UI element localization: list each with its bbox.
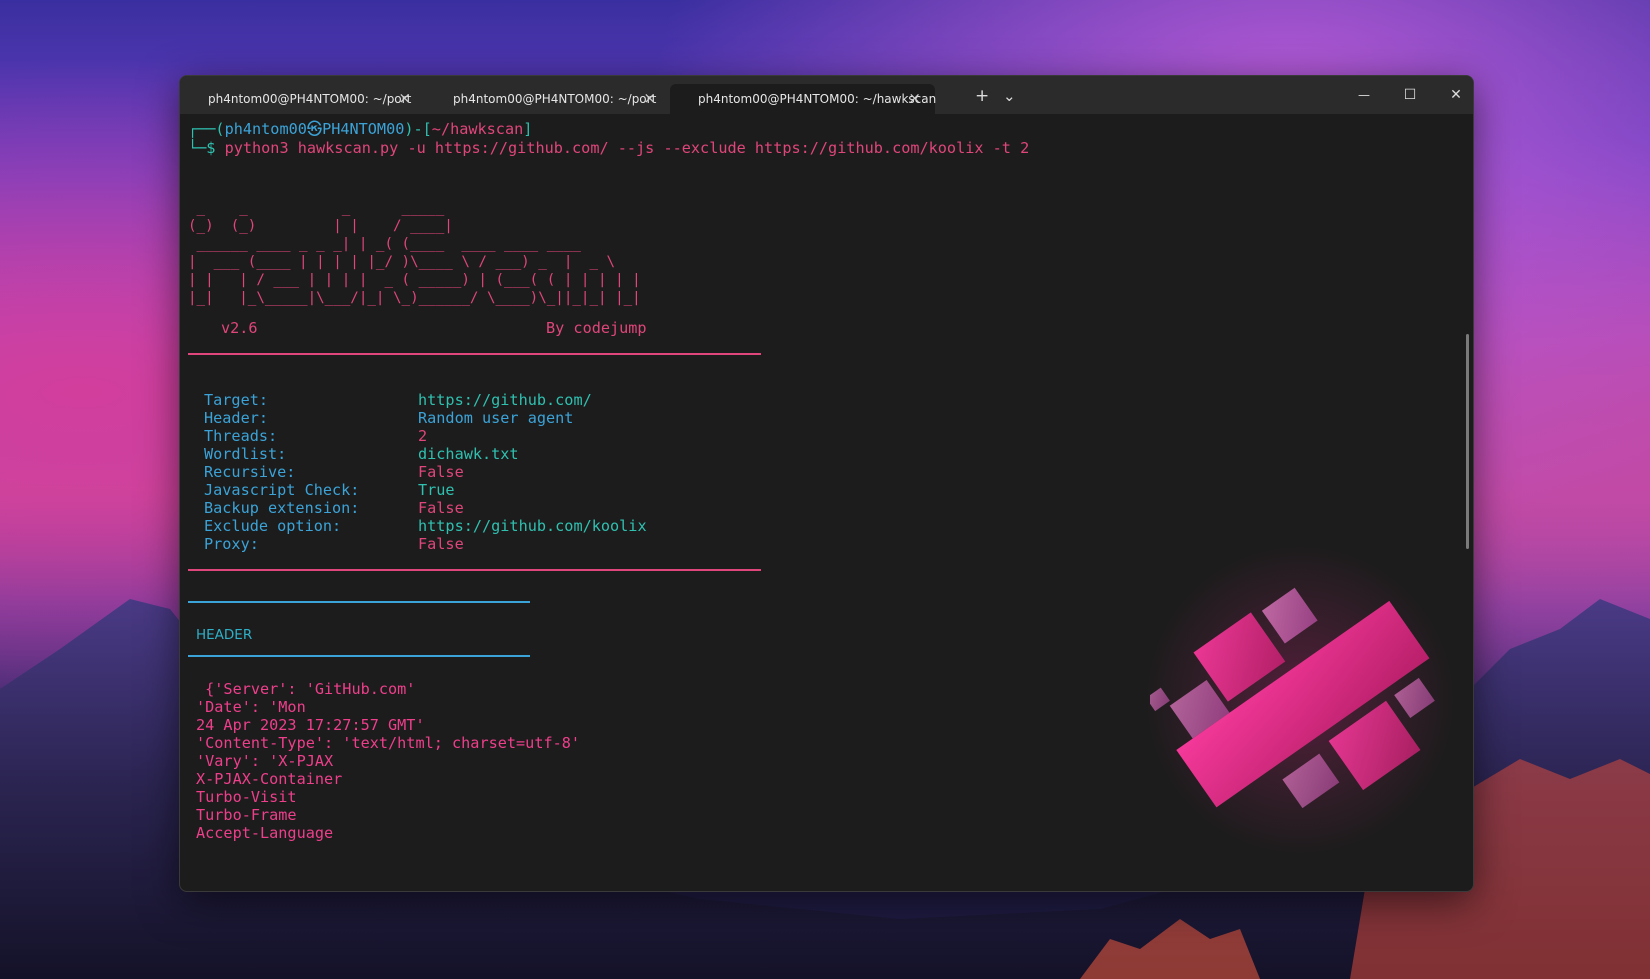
config-value: Random user agent [418, 409, 574, 427]
tab-label: ph4ntom00@PH4NTOM00: ~/port [208, 92, 412, 106]
app-logo [1145, 560, 1450, 840]
maximize-icon[interactable]: ☐ [1390, 84, 1430, 106]
prompt-host: PH4NTOM00 [322, 120, 405, 138]
tab-port-2[interactable]: ph4ntom00@PH4NTOM00: ~/port × [425, 84, 670, 114]
version-label: v2.6 [221, 319, 258, 337]
tab-label: ph4ntom00@PH4NTOM00: ~/port [453, 92, 657, 106]
config-key: Target: [204, 391, 269, 409]
divider [188, 353, 761, 355]
scrollbar[interactable] [1466, 334, 1469, 549]
window-close-icon[interactable]: ✕ [1436, 84, 1473, 106]
tab-close-icon[interactable]: × [908, 90, 921, 106]
config-key: Recursive: [204, 463, 296, 481]
command-line: └─$ python3 hawkscan.py -u https://githu… [188, 139, 1030, 157]
title-bar[interactable]: ph4ntom00@PH4NTOM00: ~/port × ph4ntom00@… [180, 76, 1473, 114]
prompt-path: ~/hawkscan [431, 120, 524, 138]
config-key: Header: [204, 409, 269, 427]
config-value: False [418, 499, 464, 517]
tab-dropdown-icon[interactable]: ⌄ [1003, 88, 1016, 104]
config-key: Wordlist: [204, 445, 287, 463]
header-line: 24 Apr 2023 17:27:57 GMT' [196, 716, 425, 734]
header-line: {'Server': 'GitHub.com' [196, 680, 416, 698]
config-value: False [418, 535, 464, 553]
prompt-user: ph4ntom00 [224, 120, 307, 138]
header-line: 'Content-Type': 'text/html; charset=utf-… [196, 734, 581, 752]
tab-close-icon[interactable]: × [643, 90, 656, 106]
new-tab-icon[interactable]: + [975, 88, 989, 105]
hawkscan-banner: _ _ _ _____ (_) (_) | | / ____| ______ _… [188, 200, 641, 306]
command-text: python3 hawkscan.py -u https://github.co… [224, 139, 1030, 157]
config-key: Backup extension: [204, 499, 360, 517]
author-label: By codejump [546, 319, 647, 337]
tab-port-1[interactable]: ph4ntom00@PH4NTOM00: ~/port × [180, 84, 425, 114]
tab-hawkscan[interactable]: ph4ntom00@PH4NTOM00: ~/hawkscan × [670, 84, 937, 114]
header-line: X-PJAX-Container [196, 770, 343, 788]
config-value: dichawk.txt [418, 445, 519, 463]
header-line: 'Date': 'Mon [196, 698, 306, 716]
minimize-icon[interactable]: — [1344, 84, 1384, 106]
tab-label: ph4ntom00@PH4NTOM00: ~/hawkscan [698, 92, 937, 106]
config-key: Threads: [204, 427, 278, 445]
header-line: Turbo-Visit [196, 788, 297, 806]
header-line: Accept-Language [196, 824, 334, 842]
divider [188, 569, 761, 571]
config-key: Javascript Check: [204, 481, 360, 499]
divider [188, 601, 530, 603]
config-key: Proxy: [204, 535, 259, 553]
config-value: 2 [418, 427, 428, 445]
header-line: 'Vary': 'X-PJAX [196, 752, 334, 770]
config-value: https://github.com/ [418, 391, 592, 409]
config-value: https://github.com/koolix [418, 517, 647, 535]
prompt-line: ┌──(ph4ntom00㉿PH4NTOM00)-[~/hawkscan] [188, 120, 533, 138]
header-line: Turbo-Frame [196, 806, 297, 824]
config-key: Exclude option: [204, 517, 342, 535]
divider [188, 655, 530, 657]
tab-close-icon[interactable]: × [398, 90, 411, 106]
config-value: True [418, 481, 455, 499]
config-value: False [418, 463, 464, 481]
section-header-title: HEADER [196, 627, 253, 643]
